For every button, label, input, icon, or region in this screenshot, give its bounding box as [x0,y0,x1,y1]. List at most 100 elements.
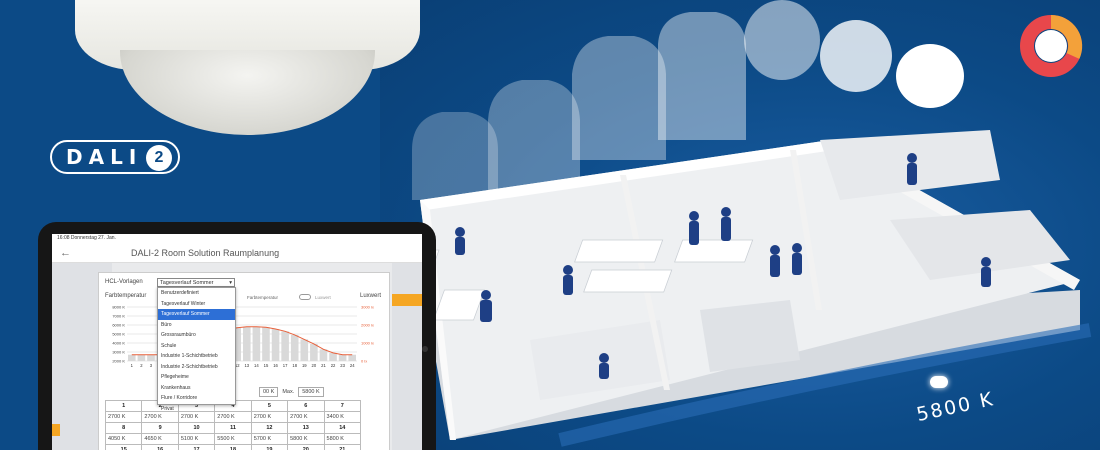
x-tick-label: 21 [321,363,326,368]
dali-logo-text: DALI [66,145,143,169]
y-tick-label-right: 3000 lx [361,305,374,310]
x-tick-label: 23 [340,363,345,368]
chart-bar[interactable] [271,329,280,361]
hour-label: 13 [287,422,325,434]
chart-bar[interactable] [300,339,309,361]
hcl-label: HCL-Vorlagen [105,279,143,285]
chart-bar[interactable] [128,354,136,361]
color-temperature-chart: 8000 K 7000 K 6000 K 5000 K 4000 K 3000 K 2000… [112,305,374,369]
hcl-template-value: Tagesverlauf Sommer [160,280,214,286]
app-right-pane [392,263,422,450]
dropdown-option[interactable]: Tagesverlauf Winter [158,299,235,310]
app-title: DALI-2 Room Solution Raumplanung [131,247,280,258]
x-tick-label: 14 [254,363,259,368]
y-tick-label: 7000 K [112,314,125,319]
hour-label: 16 [141,444,179,450]
y-tick-label: 2000 K [112,359,125,364]
hour-value-cell[interactable]: 5800 K [287,433,325,445]
hour-label: 12 [250,422,289,434]
chevron-down-icon: ▾ [229,280,232,286]
dropdown-option[interactable]: Industrie 1-Schichtbetrieb [158,351,235,362]
hour-value-cell[interactable]: 3400 K [323,411,362,423]
floorplan-illustration [390,0,1092,447]
x-tick-label: 19 [302,363,307,368]
x-tick-label: 17 [283,363,288,368]
hour-label: 21 [323,444,362,450]
grid-value-row: 4050 K 4650 K 5100 K 5500 K 5700 K 5800 K 5800… [104,433,362,445]
tablet-device: 16:08 Donnerstag 27. Jan. ← DALI-2 Room … [38,222,436,450]
chart-bar[interactable] [319,349,328,361]
dropdown-option[interactable]: Grossraumbüro [158,330,235,341]
chart-bar[interactable] [348,354,356,361]
dropdown-option[interactable]: Benutzerdefiniert [158,288,235,299]
chart-bar[interactable] [329,352,337,361]
hour-value-cell[interactable]: 2700 K [287,411,325,423]
y-tick-label: 4000 K [112,341,125,346]
hour-value-cell[interactable]: 2700 K [104,411,143,423]
x-tick-label: 24 [350,363,355,368]
hour-label: 1 [104,400,143,412]
luxwert-toggle[interactable] [299,294,311,300]
farbtemp-label: Farbtemperatur [105,293,147,299]
orange-indicator-left [52,424,60,436]
chart-bar[interactable] [252,326,261,361]
hour-label: 9 [141,422,179,434]
chart-bar[interactable] [338,354,347,361]
status-bar: 16:08 Donnerstag 27. Jan. [52,234,422,243]
y-tick-label-right: 2000 lx [361,323,374,328]
hour-value-cell[interactable]: 5500 K [214,433,252,445]
x-tick-label: 16 [273,363,278,368]
hour-value-cell[interactable]: 5700 K [250,433,289,445]
dropdown-option[interactable]: Schule [158,341,235,352]
dropdown-option[interactable]: Privat [158,404,235,415]
hour-label: 6 [287,400,325,412]
hour-label: 11 [214,422,252,434]
color-temperature-slider-handle[interactable] [930,376,948,388]
hour-value-cell[interactable]: 5100 K [177,433,216,445]
min-value-field[interactable]: 00 K [259,387,279,397]
dropdown-option[interactable]: Tagesverlauf Sommer [158,309,235,320]
hour-label: 10 [177,422,216,434]
chart-bar[interactable] [243,326,251,361]
tablet-camera [422,346,428,352]
hour-value-cell[interactable]: 4650 K [141,433,179,445]
y-tick-label: 8000 K [112,305,125,310]
grid-hour-row: 15 16 17 18 19 20 21 [104,444,362,450]
y-tick-label-right: 1000 lx [361,341,374,346]
orange-indicator [392,294,422,306]
dropdown-option[interactable]: Büro [158,320,235,331]
chart-bar[interactable] [310,343,318,361]
x-tick-label: 1 [131,363,134,368]
x-tick-label: 3 [150,363,153,368]
hour-label: 18 [214,444,252,450]
hour-label: 15 [104,444,143,450]
hcl-template-select[interactable]: Tagesverlauf Sommer ▾ [157,278,235,287]
max-label: Max. [282,389,295,395]
app-bar: ← DALI-2 Room Solution Raumplanung [52,243,422,263]
dropdown-option[interactable]: Krankenhaus [158,383,235,394]
chart-bar[interactable] [281,331,289,361]
hour-value-cell[interactable]: 4050 K [104,433,143,445]
luxwert-toggle-label: Luxwert [315,295,331,300]
dropdown-option[interactable]: Industrie 2-Schichtbetrieb [158,362,235,373]
x-tick-label: 2 [140,363,143,368]
max-value-field[interactable]: 5800 K [298,387,324,397]
presence-sensor-image [75,0,420,140]
chart-bar[interactable] [262,327,270,361]
status-time: 16:08 Donnerstag 27. Jan. [57,235,116,241]
hour-label: 8 [104,422,143,434]
chart-bar[interactable] [147,354,155,361]
hour-label: 5 [250,400,289,412]
hour-label: 20 [287,444,325,450]
dropdown-option[interactable]: Flure / Korridore [158,393,235,404]
dropdown-option[interactable]: Pflegeheime [158,372,235,383]
y-tick-label: 3000 K [112,350,125,355]
hour-value-cell[interactable]: 5800 K [323,433,362,445]
chart-bar[interactable] [137,354,146,361]
hour-label: 7 [323,400,362,412]
y-tick-label: 5000 K [112,332,125,337]
hour-value-cell[interactable]: 2700 K [250,411,289,423]
chart-bar[interactable] [290,334,299,361]
back-arrow-icon[interactable]: ← [60,247,71,259]
y-tick-label: 6000 K [112,323,125,328]
